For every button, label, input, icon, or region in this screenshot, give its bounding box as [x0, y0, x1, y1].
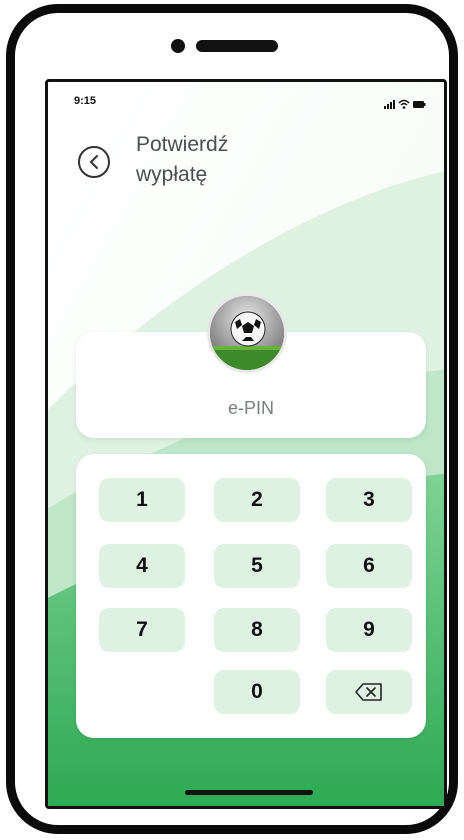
- avatar: [210, 296, 284, 370]
- front-camera: [171, 39, 185, 53]
- status-icons: [384, 96, 426, 114]
- status-bar: 9:15: [48, 82, 444, 112]
- home-indicator[interactable]: [185, 790, 313, 795]
- page-title-line-1: Potwierdź: [136, 133, 229, 156]
- back-button[interactable]: [78, 146, 110, 178]
- key-7[interactable]: 7: [99, 608, 185, 652]
- key-4[interactable]: 4: [99, 544, 185, 588]
- app-screen: 9:15 Potwierdź wypłatę e-PIN 1 2 3 4 5 6…: [45, 79, 447, 809]
- backspace-button[interactable]: [326, 670, 412, 714]
- page-title: Potwierdź wypłatę: [136, 130, 336, 190]
- key-0[interactable]: 0: [214, 670, 300, 714]
- soccer-ball-icon: [210, 296, 284, 370]
- battery-icon: [413, 101, 426, 108]
- speaker-grille: [196, 40, 278, 52]
- chevron-left-icon: [89, 155, 98, 169]
- signal-icon: [384, 100, 395, 109]
- wifi-icon: [398, 99, 410, 109]
- key-9[interactable]: 9: [326, 608, 412, 652]
- status-time: 9:15: [74, 95, 97, 107]
- key-2[interactable]: 2: [214, 478, 300, 522]
- backspace-icon: [355, 683, 382, 701]
- phone-frame: 9:15 Potwierdź wypłatę e-PIN 1 2 3 4 5 6…: [6, 4, 458, 834]
- key-3[interactable]: 3: [326, 478, 412, 522]
- phone-top-bar: [15, 13, 449, 73]
- key-1[interactable]: 1: [99, 478, 185, 522]
- page-title-line-2: wypłatę: [136, 163, 208, 186]
- key-8[interactable]: 8: [214, 608, 300, 652]
- pin-label: e-PIN: [227, 398, 274, 418]
- keypad: 1 2 3 4 5 6 7 8 9 0: [76, 454, 426, 738]
- key-5[interactable]: 5: [214, 544, 300, 588]
- key-6[interactable]: 6: [326, 544, 412, 588]
